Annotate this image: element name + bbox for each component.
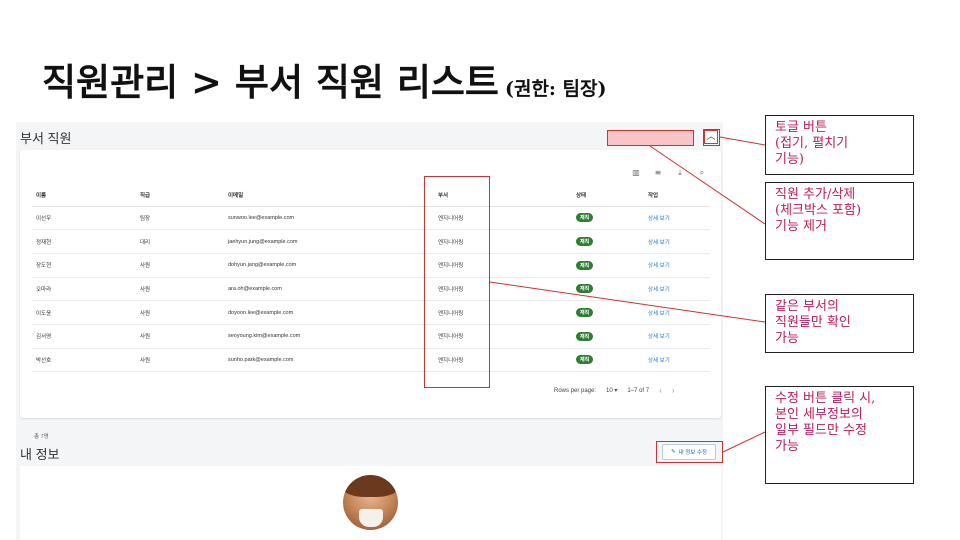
rows-per-page-label: Rows per page:: [554, 387, 597, 394]
detail-link[interactable]: 상세 보기: [648, 263, 670, 269]
slide-title-main: 직원관리 > 부서 직원 리스트: [42, 60, 499, 104]
highlight-edit-button: [656, 441, 723, 463]
staff-table-card: ▥ ≡ ⤓ ⌕ 이름 직급 이메일 부서 상태 작업 이선우 팀장 sunwoo…: [20, 150, 721, 440]
rows-per-page-select[interactable]: 10 ▾: [606, 387, 617, 394]
cell-name: 박선호: [32, 348, 136, 373]
cell-status: 재직: [572, 348, 644, 373]
highlight-department-column: [424, 176, 490, 388]
cell-email: ara.oh@example.com: [224, 277, 434, 302]
detail-link[interactable]: 상세 보기: [648, 240, 670, 246]
cell-action: 상세 보기: [644, 253, 710, 278]
cell-status: 재직: [572, 277, 644, 302]
highlight-removed-buttons: [607, 130, 694, 146]
cell-name: 장도현: [32, 253, 136, 278]
detail-link[interactable]: 상세 보기: [648, 216, 670, 222]
cell-rank: 사원: [136, 348, 224, 373]
column-header-status[interactable]: 상태: [572, 184, 644, 207]
table-row: 김서영 사원 seoyoung.kim@example.com 엔지니어링 재직…: [32, 324, 710, 349]
table-row: 오마라 사원 ara.oh@example.com 엔지니어링 재직 상세 보기: [32, 277, 710, 302]
cell-email: jaehyun.jung@example.com: [224, 229, 434, 254]
status-badge: 재직: [576, 260, 594, 270]
column-header-name[interactable]: 이름: [32, 184, 136, 207]
detail-link[interactable]: 상세 보기: [648, 287, 670, 293]
status-badge: 재직: [576, 237, 594, 247]
cell-name: 김서영: [32, 324, 136, 349]
section-title-department-staff: 부서 직원: [20, 131, 72, 146]
slide-title-role: (권한: 팀장): [504, 78, 607, 100]
detail-link[interactable]: 상세 보기: [648, 334, 670, 340]
filter-icon[interactable]: ≡: [653, 168, 663, 178]
cell-rank: 팀장: [136, 206, 224, 231]
cell-rank: 사원: [136, 324, 224, 349]
cell-name: 이도윤: [32, 300, 136, 325]
cell-email: sunho.park@example.com: [224, 348, 434, 373]
download-icon[interactable]: ⤓: [675, 168, 685, 178]
cell-email: sunwoo.lee@example.com: [224, 206, 434, 231]
avatar: [343, 475, 398, 530]
cell-action: 상세 보기: [644, 277, 710, 302]
detail-link[interactable]: 상세 보기: [648, 358, 670, 364]
cell-email: dohyun.jang@example.com: [224, 253, 434, 278]
cell-name: 오마라: [32, 277, 136, 302]
cell-action: 상세 보기: [644, 324, 710, 349]
caret-down-icon: ▾: [614, 388, 618, 394]
search-icon[interactable]: ⌕: [697, 168, 707, 178]
cell-status: 재직: [572, 300, 644, 325]
table-row: 장도현 사원 dohyun.jang@example.com 엔지니어링 재직 …: [32, 253, 710, 278]
table-row: 박선호 사원 sunho.park@example.com 엔지니어링 재직 상…: [32, 348, 710, 373]
cell-rank: 사원: [136, 253, 224, 278]
slide-title: 직원관리 > 부서 직원 리스트 (권한: 팀장): [42, 52, 607, 106]
section-title-my-info: 내 정보: [20, 447, 60, 462]
column-header-rank[interactable]: 직급: [136, 184, 224, 207]
annotation-same-department: 같은 부서의 직원들만 확인 가능: [765, 294, 914, 353]
column-header-action[interactable]: 작업: [644, 184, 710, 207]
cell-action: 상세 보기: [644, 206, 710, 231]
pagination: Rows per page: 10 ▾ 1–7 of 7 ‹ ›: [554, 386, 674, 395]
cell-status: 재직: [572, 229, 644, 254]
page-range: 1–7 of 7: [627, 387, 650, 394]
status-badge: 재직: [576, 308, 594, 318]
columns-icon[interactable]: ▥: [631, 168, 641, 178]
cell-status: 재직: [572, 206, 644, 231]
table-row: 이도윤 사원 doyoon.lee@example.com 엔지니어링 재직 상…: [32, 300, 710, 325]
cell-status: 재직: [572, 324, 644, 349]
detail-link[interactable]: 상세 보기: [648, 311, 670, 317]
cell-email: doyoon.lee@example.com: [224, 300, 434, 325]
annotation-toggle: 토글 버튼 (접기, 펼치기 기능): [765, 115, 914, 175]
cell-rank: 사원: [136, 300, 224, 325]
cell-name: 이선우: [32, 206, 136, 231]
status-badge: 재직: [576, 355, 594, 365]
cell-action: 상세 보기: [644, 348, 710, 373]
next-page-icon[interactable]: ›: [672, 386, 675, 395]
cell-status: 재직: [572, 253, 644, 278]
cell-action: 상세 보기: [644, 229, 710, 254]
cell-action: 상세 보기: [644, 300, 710, 325]
cell-rank: 대리: [136, 229, 224, 254]
table-header-row: 이름 직급 이메일 부서 상태 작업: [32, 184, 710, 207]
column-header-email[interactable]: 이메일: [224, 184, 434, 207]
cell-email: seoyoung.kim@example.com: [224, 324, 434, 349]
status-badge: 재직: [576, 213, 594, 223]
status-badge: 재직: [576, 331, 594, 341]
staff-table: 이름 직급 이메일 부서 상태 작업 이선우 팀장 sunwoo.lee@exa…: [32, 184, 710, 373]
table-toolbar: ▥ ≡ ⤓ ⌕: [631, 168, 707, 178]
status-badge: 재직: [576, 284, 594, 294]
annotation-edit-button: 수정 버튼 클릭 시, 본인 세부정보의 일부 필드만 수정 가능: [765, 386, 914, 484]
annotation-add-delete-removed: 직원 추가/삭제 (체크박스 포함) 기능 제거: [765, 182, 914, 260]
table-row: 정재현 대리 jaehyun.jung@example.com 엔지니어링 재직…: [32, 229, 710, 254]
prev-page-icon[interactable]: ‹: [659, 386, 662, 395]
total-count: 총 7명: [34, 434, 49, 440]
table-row: 이선우 팀장 sunwoo.lee@example.com 엔지니어링 재직 상…: [32, 206, 710, 231]
cell-rank: 사원: [136, 277, 224, 302]
highlight-toggle-button: [703, 129, 720, 146]
cell-name: 정재현: [32, 229, 136, 254]
